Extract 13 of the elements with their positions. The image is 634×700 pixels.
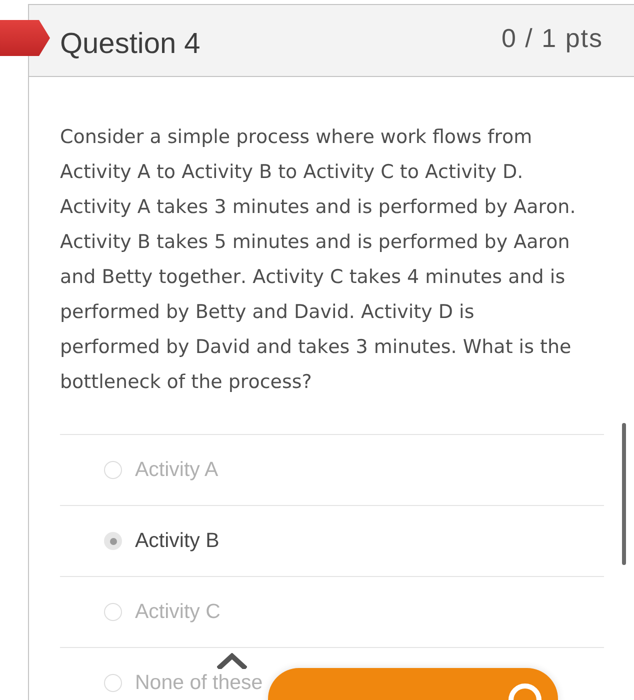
radio-button[interactable] — [104, 461, 122, 479]
answer-label: None of these — [135, 671, 263, 695]
points-score: 0 / 1 pts — [502, 23, 603, 53]
scrollbar-thumb[interactable] — [622, 423, 626, 565]
answer-label: Activity A — [135, 458, 218, 482]
chevron-up-icon[interactable] — [217, 653, 247, 669]
answer-label: Activity B — [135, 529, 220, 553]
radio-button[interactable] — [104, 532, 122, 550]
question-text: Consider a simple process where work flows from Activity A to Activity B to Activity C to Activity D. Activity A takes 3 minutes and is performed by Aaron. Activity B takes 5 minutes and is performed by Aaron and Betty together. Activity C takes 4 minutes and is performed by Betty and David. Activity D is performed by David and takes 3 minutes. What is the bottleneck of the process? — [60, 125, 577, 395]
question-title: Question 4 — [60, 27, 200, 61]
answer-label: Activity C — [135, 600, 220, 624]
radio-button[interactable] — [104, 674, 122, 692]
radio-button[interactable] — [104, 603, 122, 621]
